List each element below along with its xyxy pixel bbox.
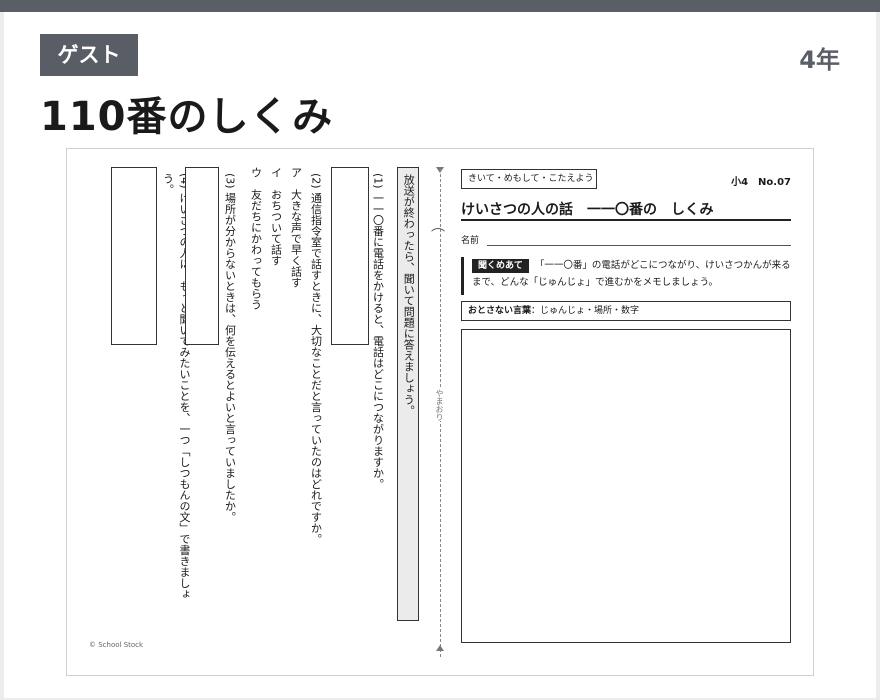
memo-box	[461, 329, 791, 643]
keywords-label: おとさない言葉	[468, 306, 532, 316]
page-title: 110番のしくみ	[40, 94, 334, 140]
name-line	[487, 245, 791, 246]
questions-title: 放送が終わったら、聞いて問題に答えましょう。	[402, 174, 416, 416]
title-underline	[461, 219, 791, 221]
question-2-option-u: ウ 友だちにかわってもらう	[249, 167, 263, 310]
top-bar	[0, 0, 880, 12]
fold-arrow-bottom	[436, 645, 444, 651]
listen-tag: 聞くめあて	[472, 259, 529, 273]
question-1: (1) 一一〇番に電話をかけると、電話はどこにつながりますか。	[371, 173, 385, 490]
worksheet-title: けいさつの人の話 一一〇番の しくみ	[461, 202, 714, 218]
listen-goal: 聞くめあて 「一一〇番」の電話がどこにつながり、けいさつかんが来るまで、どんな「じ…	[461, 257, 791, 295]
keywords-text: ：じゅんじょ・場所・数字	[531, 306, 640, 316]
questions-title-box: 放送が終わったら、聞いて問題に答えましょう。	[397, 167, 419, 621]
question-2-option-a: ア 大きな声で早く話す	[289, 167, 303, 288]
name-label: 名前	[461, 236, 480, 246]
guest-badge: ゲスト	[40, 34, 138, 76]
answer-box-q3	[185, 167, 219, 345]
instruction-box: きいて・めもして・こたえよう	[461, 169, 597, 189]
fold-icon: ⌒	[431, 228, 445, 244]
answer-box-q4	[111, 167, 157, 345]
grade-label: 4年	[799, 46, 840, 74]
fold-label: やまおり	[433, 389, 445, 421]
keywords-box: おとさない言葉：じゅんじょ・場所・数字	[461, 301, 791, 321]
copyright: © School Stock	[89, 641, 144, 649]
question-2: (2) 通信指令室で話すときに、大切なことだと言っていたのはどれですか。	[309, 173, 323, 545]
worksheet-image: (4) けいさつの人に、もっと聞いてみたいことを、一つ「しつもんの文」で書きまし…	[66, 148, 814, 676]
question-2-option-i: イ おちついて話す	[269, 167, 283, 266]
question-3: (3) 場所が分からないときは、何を伝えるとよいと言っていましたか。	[223, 173, 237, 523]
answer-box-q1	[331, 167, 369, 345]
worksheet-number: 小4 No.07	[731, 177, 791, 188]
